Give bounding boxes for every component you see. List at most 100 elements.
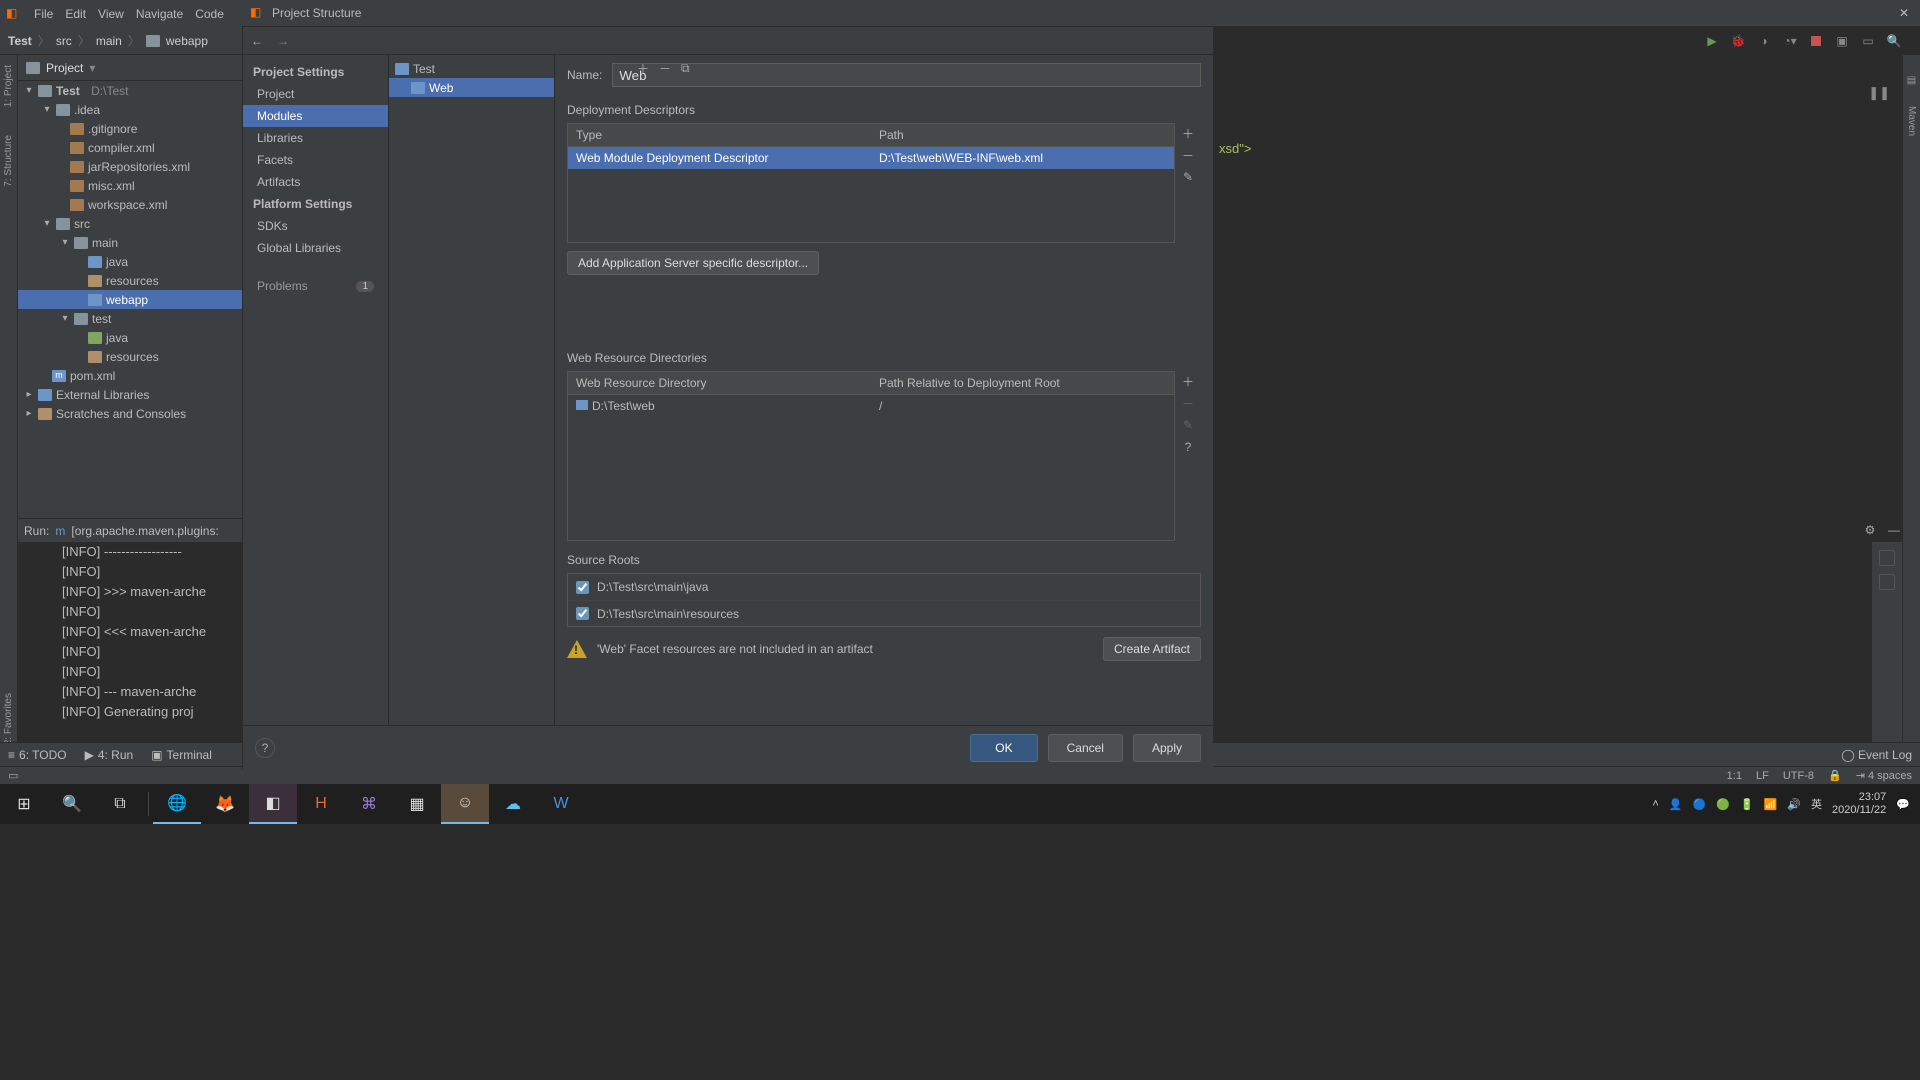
breadcrumb-main[interactable]: main	[96, 34, 122, 48]
tree-misc[interactable]: misc.xml	[88, 179, 135, 193]
status-lock-icon[interactable]: 🔒	[1828, 769, 1842, 782]
toolbar-coverage-icon[interactable]: ◑	[1756, 33, 1772, 49]
tree-resources[interactable]: resources	[106, 274, 159, 288]
ps-module-tree[interactable]: Test Web	[389, 55, 555, 725]
tray-icon[interactable]: 🔵	[1693, 798, 1707, 811]
bb-terminal[interactable]: ▣ Terminal	[151, 748, 212, 762]
run-settings-icon[interactable]: ⚙	[1862, 522, 1878, 538]
chevron-down-icon[interactable]: ▾	[89, 61, 95, 75]
status-enc[interactable]: UTF-8	[1783, 770, 1814, 782]
ok-button[interactable]: OK	[970, 734, 1037, 762]
menu-code[interactable]: Code	[195, 7, 224, 21]
tb-intellij[interactable]: ◧	[249, 784, 297, 824]
toolbar-stop-icon[interactable]	[1808, 33, 1824, 49]
ps-back-icon[interactable]: ←	[251, 34, 263, 48]
status-left-icon[interactable]: ▭	[8, 769, 18, 782]
tree-test[interactable]: test	[92, 312, 111, 326]
tree-workspace[interactable]: workspace.xml	[88, 198, 167, 212]
toolbar-debug-icon[interactable]: 🐞	[1730, 33, 1746, 49]
tray-notifications-icon[interactable]: 💬	[1896, 798, 1910, 811]
ps-cat-problems[interactable]: Problems 1	[243, 275, 388, 297]
bb-eventlog[interactable]: ◯ Event Log	[1841, 748, 1912, 762]
stripe-favorites[interactable]: 2: Favorites	[3, 693, 14, 745]
tray-chevron-up-icon[interactable]: ˄	[1652, 798, 1658, 810]
ps-mod-web[interactable]: Web	[429, 81, 453, 95]
breadcrumb-root[interactable]: Test	[8, 34, 32, 48]
ps-wrd-add-icon[interactable]: ＋	[1180, 373, 1196, 389]
tree-ext-libs[interactable]: External Libraries	[56, 388, 149, 402]
tray-battery-icon[interactable]: 🔋	[1740, 798, 1754, 811]
ps-dd-row[interactable]: Web Module Deployment Descriptor D:\Test…	[568, 147, 1174, 169]
tb-app-grid[interactable]: ▦	[393, 784, 441, 824]
ps-dd-add-icon[interactable]: ＋	[1180, 125, 1196, 141]
menu-view[interactable]: View	[98, 7, 124, 21]
menu-navigate[interactable]: Navigate	[136, 7, 183, 21]
run-config-name[interactable]: [org.apache.maven.plugins:	[71, 524, 218, 538]
tree-test-java[interactable]: java	[106, 331, 128, 345]
tree-pom[interactable]: pom.xml	[70, 369, 115, 383]
apply-button[interactable]: Apply	[1133, 734, 1201, 762]
ps-wrd-row[interactable]: D:\Test\web /	[568, 395, 1174, 417]
tree-java[interactable]: java	[106, 255, 128, 269]
bb-run[interactable]: ▶ 4: Run	[85, 748, 134, 762]
bb-todo[interactable]: ≡ 6: TODO	[8, 748, 67, 762]
tree-test[interactable]: Test	[56, 84, 80, 98]
status-pos[interactable]: 1:1	[1727, 770, 1742, 782]
tb-vs[interactable]: ⌘	[345, 784, 393, 824]
tb-app-w[interactable]: W	[537, 784, 585, 824]
ps-dd-table[interactable]: Type Path Web Module Deployment Descript…	[567, 123, 1175, 243]
ps-copy-icon[interactable]: ⧉	[681, 61, 690, 76]
tree-scratches[interactable]: Scratches and Consoles	[56, 407, 186, 421]
tb-app-avatar[interactable]: ☺	[441, 784, 489, 824]
ps-sr1-check[interactable]	[576, 581, 589, 594]
ps-cat-project[interactable]: Project	[243, 83, 388, 105]
dialog-close-icon[interactable]: ✕	[1896, 6, 1912, 20]
editor-area[interactable]: ❚❚ xsd">	[1213, 81, 1902, 518]
tb-app-h[interactable]: H	[297, 784, 345, 824]
menu-file[interactable]: File	[34, 7, 53, 21]
tb-firefox[interactable]: 🦊	[201, 784, 249, 824]
tray-icon[interactable]: 👤	[1669, 798, 1683, 811]
ps-mod-test[interactable]: Test	[413, 62, 435, 76]
toolbar-run-icon[interactable]: ▶	[1704, 33, 1720, 49]
breadcrumb-src[interactable]: src	[56, 34, 72, 48]
project-toolwindow-title[interactable]: Project	[46, 61, 83, 75]
tb-taskview[interactable]: ⧉	[96, 784, 144, 824]
project-tree[interactable]: ▾Test D:\Test ▾.idea .gitignore compiler…	[18, 81, 242, 518]
ps-dd-edit-icon[interactable]: ✎	[1180, 169, 1196, 185]
tray-ime[interactable]: 英	[1811, 796, 1822, 812]
tb-app-cloud[interactable]: ☁	[489, 784, 537, 824]
menu-edit[interactable]: Edit	[65, 7, 86, 21]
cancel-button[interactable]: Cancel	[1048, 734, 1123, 762]
tree-jarrepos[interactable]: jarRepositories.xml	[88, 160, 190, 174]
tree-gitignore[interactable]: .gitignore	[88, 122, 137, 136]
status-le[interactable]: LF	[1756, 770, 1769, 782]
ps-cat-modules[interactable]: Modules	[243, 105, 388, 127]
ps-wrd-help-icon[interactable]: ?	[1180, 439, 1196, 455]
tray-clock[interactable]: 23:07 2020/11/22	[1832, 791, 1886, 817]
ps-cat-globlib[interactable]: Global Libraries	[243, 237, 388, 259]
ps-dd-remove-icon[interactable]: －	[1180, 147, 1196, 163]
tray-network-icon[interactable]: 📶	[1764, 798, 1778, 811]
tray-icon[interactable]: 🟢	[1716, 798, 1730, 811]
stripe-structure[interactable]: 7: Structure	[3, 135, 14, 187]
tree-compiler[interactable]: compiler.xml	[88, 141, 155, 155]
ps-sr2-check[interactable]	[576, 607, 589, 620]
tree-idea[interactable]: .idea	[74, 103, 100, 117]
run-minimize-icon[interactable]: —	[1886, 522, 1902, 538]
toolbar-search-icon[interactable]: 🔍	[1886, 33, 1902, 49]
tray-volume-icon[interactable]: 🔊	[1787, 798, 1801, 811]
ps-cat-artifacts[interactable]: Artifacts	[243, 171, 388, 193]
stripe-project[interactable]: 1: Project	[3, 65, 14, 107]
toolbar-profile-icon[interactable]: ◔▾	[1782, 33, 1798, 49]
run-scroll-icon[interactable]	[1879, 574, 1895, 590]
editor-pause-icon[interactable]: ❚❚	[1868, 85, 1890, 101]
tree-main[interactable]: main	[92, 236, 118, 250]
ps-add-descriptor-button[interactable]: Add Application Server specific descript…	[567, 251, 819, 275]
tree-src[interactable]: src	[74, 217, 90, 231]
ps-wrd-table[interactable]: Web Resource Directory Path Relative to …	[567, 371, 1175, 541]
breadcrumb-webapp[interactable]: webapp	[166, 34, 208, 48]
ps-remove-icon[interactable]: －	[659, 60, 671, 77]
tree-test-resources[interactable]: resources	[106, 350, 159, 364]
ps-help-icon[interactable]: ?	[255, 738, 275, 758]
